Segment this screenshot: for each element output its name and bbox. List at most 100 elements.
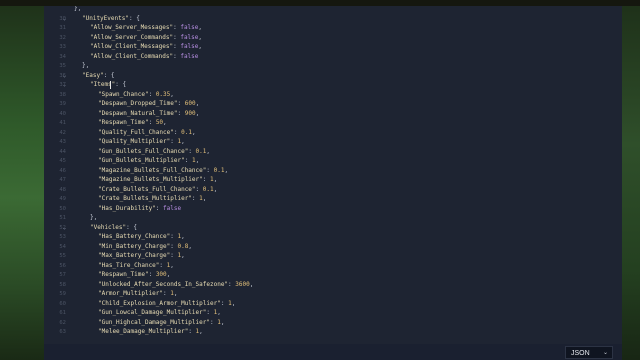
code-line[interactable]: 45 "Gun_Bullets_Multiplier": 1, [44, 156, 622, 166]
fold-chevron-icon[interactable]: ⌄ [63, 223, 66, 233]
json-key: "Max_Battery_Charge" [98, 252, 171, 259]
json-key: "Child_Explosion_Armor_Multiplier" [98, 299, 221, 307]
json-punctuation: : [188, 147, 196, 155]
line-number: 51 [59, 215, 66, 221]
code-line[interactable]: 59 "Armor_Multiplier": 1, [44, 289, 622, 299]
code-line[interactable]: 34 "Allow_Client_Commands": false [44, 52, 622, 62]
json-key: "Has_Tire_Chance" [98, 261, 160, 269]
line-number: 35 [59, 63, 66, 69]
code-text: "Crate_Bullets_Multiplier": 1, [98, 194, 206, 204]
code-line[interactable]: 37 ⌄ "Items": { [44, 80, 622, 90]
code-line[interactable]: 43 "Quality_Multiplier": 1, [44, 137, 622, 147]
json-punctuation: , [199, 328, 203, 335]
code-text: "Quality_Multiplier": 1, [98, 137, 185, 147]
code-line[interactable]: 48 "Crate_Bullets_Full_Chance": 0.1, [44, 185, 622, 195]
json-punctuation: , [224, 166, 229, 174]
line-number: 55 [59, 253, 66, 259]
code-text: "Min_Battery_Charge": 0.8, [98, 242, 192, 252]
json-key: "Gun_Highcal_Damage_Multiplier" [98, 318, 210, 326]
code-text: "Allow_Client_Commands": false [90, 52, 198, 62]
json-punctuation: : [206, 166, 214, 174]
code-line[interactable]: 41 "Respawn_Time": 50, [44, 118, 622, 128]
code-line[interactable]: 35}, [44, 61, 622, 71]
json-punctuation: : [155, 204, 164, 212]
json-punctuation: , [195, 109, 200, 117]
code-line[interactable]: 44 "Gun_Bullets_Full_Chance": 0.1, [44, 147, 622, 157]
json-key: "Unlocked_After_Seconds_In_Safezone" [98, 280, 229, 288]
json-number: 300 [155, 271, 167, 278]
code-line[interactable]: 61 "Gun_Lowcal_Damage_Multiplier": 1, [44, 308, 622, 318]
code-line[interactable]: 55 "Max_Battery_Charge": 1, [44, 251, 622, 261]
json-key: "Quality_Full_Chance" [98, 128, 174, 136]
json-number: 600 [184, 100, 196, 107]
line-number: 47 [59, 177, 66, 183]
code-line[interactable]: 36 ⌄ "Easy": { [44, 71, 622, 81]
code-line[interactable]: 33 "Allow_Client_Messages": false, [44, 42, 622, 52]
code-line[interactable]: 63 "Melee_Damage_Multiplier": 1, [44, 327, 622, 337]
json-punctuation: : [188, 328, 196, 335]
code-line[interactable]: 58 "Unlocked_After_Seconds_In_Safezone": … [44, 280, 622, 290]
code-line[interactable]: 53 "Has_Battery_Chance": 1, [44, 232, 622, 242]
code-line[interactable]: 49 "Crate_Bullets_Multiplier": 1, [44, 194, 622, 204]
line-number: 54 [59, 243, 66, 250]
code-line[interactable]: 38 "Spawn_Chance": 0.35, [44, 90, 622, 100]
json-punctuation: : [148, 119, 156, 126]
line-number: 33 [59, 44, 66, 50]
json-punctuation: : { [115, 81, 127, 88]
json-key: "Quality_Multiplier" [98, 138, 171, 145]
json-code-editor[interactable]: }, 30 ⌄ "UnityEvents": {31 "Allow_Server_Mes… [44, 6, 622, 344]
json-key: "Has_Durability" [98, 204, 156, 212]
code-line[interactable]: 40 "Despawn_Natural_Time": 900, [44, 109, 622, 119]
json-punctuation: : [159, 261, 167, 269]
code-text: "Vehicles": { [90, 223, 137, 233]
line-number: 49 [59, 196, 66, 202]
json-punctuation: : [184, 157, 192, 164]
code-line[interactable]: 52 ⌄ "Vehicles": { [44, 223, 622, 233]
code-line[interactable]: 39 "Despawn_Dropped_Time": 600, [44, 99, 622, 109]
json-key: "Allow_Server_Commands" [90, 33, 174, 41]
code-line[interactable]: 46 "Magazine_Bullets_Full_Chance": 0.1, [44, 166, 622, 176]
line-number: 53 [59, 234, 66, 240]
code-text: "Spawn_Chance": 0.35, [98, 90, 174, 100]
code-line[interactable]: 51}, [44, 213, 622, 223]
language-select[interactable]: JSON ⌄ [565, 346, 613, 359]
code-text: "Armor_Multiplier": 1, [98, 289, 178, 299]
code-line[interactable]: 42 "Quality_Full_Chance": 0.1, [44, 128, 622, 138]
json-key: "Allow_Client_Commands" [90, 52, 174, 60]
json-punctuation: }, [90, 214, 98, 221]
code-line[interactable]: 32 "Allow_Server_Commands": false, [44, 33, 622, 43]
chevron-down-icon: ⌄ [602, 350, 608, 356]
json-punctuation: , [195, 100, 200, 107]
code-line[interactable]: 62 "Gun_Highcal_Damage_Multiplier": 1, [44, 318, 622, 328]
code-line[interactable]: 60 "Child_Explosion_Armor_Multiplier": 1, [44, 299, 622, 309]
json-punctuation: : [148, 90, 156, 98]
code-text: "Allow_Server_Messages": false, [90, 23, 202, 33]
code-line[interactable]: 54 "Min_Battery_Charge": 0.8, [44, 242, 622, 252]
fold-chevron-icon[interactable]: ⌄ [63, 71, 66, 81]
json-punctuation: , [213, 185, 218, 193]
json-boolean: false [180, 52, 199, 60]
code-line[interactable]: 47 "Magazine_Bullets_Multiplier": 1, [44, 175, 622, 185]
line-number: 59 [59, 291, 66, 297]
code-line[interactable]: 57 "Respawn_Time": 300, [44, 270, 622, 280]
line-number: 63 [59, 329, 66, 335]
json-number: 3600 [235, 280, 250, 288]
code-line[interactable]: 56 "Has_Tire_Chance": 1, [44, 261, 622, 271]
json-punctuation: , [198, 33, 203, 41]
code-text: "Crate_Bullets_Full_Chance": 0.1, [98, 185, 217, 195]
code-line[interactable]: 30 ⌄ "UnityEvents": { [44, 14, 622, 24]
code-text: "Gun_Lowcal_Damage_Multiplier": 1, [98, 308, 221, 318]
fold-chevron-icon[interactable]: ⌄ [63, 14, 66, 24]
json-punctuation: : [220, 299, 229, 307]
code-line[interactable]: 50 "Has_Durability": false [44, 204, 622, 214]
json-key: "Spawn_Chance" [98, 90, 149, 98]
json-boolean: false [180, 43, 199, 50]
line-number: 38 [59, 91, 66, 98]
json-key: "Despawn_Dropped_Time" [98, 100, 178, 107]
fold-chevron-icon[interactable]: ⌄ [63, 80, 66, 90]
json-punctuation: , [220, 318, 225, 326]
code-text: "Unlocked_After_Seconds_In_Safezone": 36… [98, 280, 253, 290]
json-punctuation: , [195, 157, 200, 164]
json-punctuation: , [170, 261, 174, 269]
code-line[interactable]: 31 "Allow_Server_Messages": false, [44, 23, 622, 33]
